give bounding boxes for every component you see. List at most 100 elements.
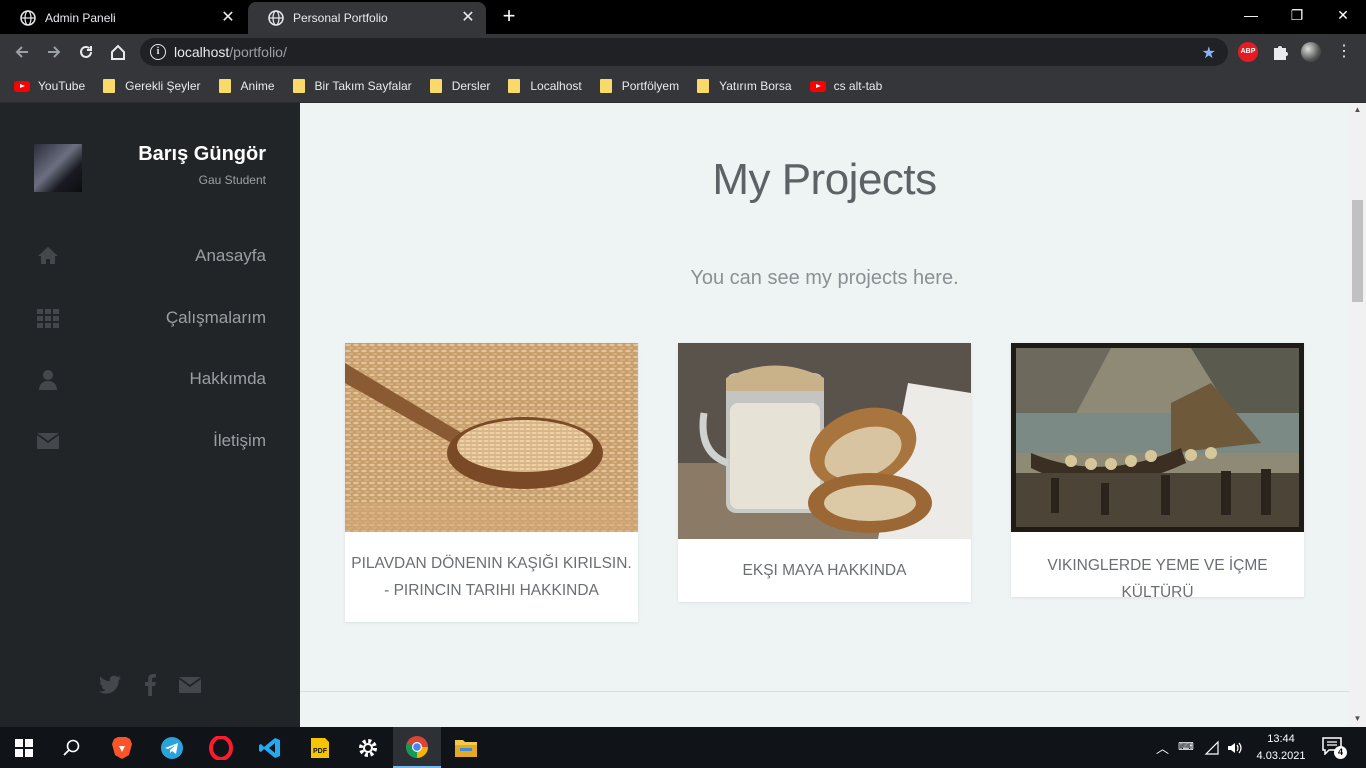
keyboard-ime-icon[interactable]: ⌨ bbox=[1178, 740, 1194, 753]
sourdough-bread-image bbox=[678, 343, 971, 539]
home-button[interactable] bbox=[106, 40, 130, 64]
envelope-icon bbox=[36, 433, 60, 449]
scrollbar-thumb[interactable] bbox=[1352, 200, 1363, 302]
url-text[interactable]: localhost/portfolio/ bbox=[174, 44, 287, 60]
sidebar-item-label: Hakkımda bbox=[189, 369, 266, 388]
forward-button[interactable] bbox=[42, 40, 66, 64]
browser-tab-strip: Admin Paneli ✕ Personal Portfolio ✕ + — … bbox=[0, 0, 1366, 34]
folder-icon bbox=[103, 79, 116, 93]
project-title[interactable]: VIKINGLERDE YEME VE İÇME KÜLTÜRÜ bbox=[1011, 552, 1304, 606]
bookmark-star-icon[interactable]: ★ bbox=[1202, 43, 1216, 63]
twitter-icon[interactable] bbox=[98, 673, 122, 697]
wifi-icon[interactable] bbox=[1204, 740, 1220, 756]
globe-icon bbox=[268, 10, 284, 26]
bookmark-folder[interactable]: Yatırım Borsa bbox=[697, 75, 792, 97]
reload-icon bbox=[80, 45, 92, 58]
search-icon bbox=[63, 739, 80, 756]
site-info-icon[interactable]: i bbox=[150, 44, 166, 60]
sidebar-item-hakkimda[interactable]: Hakkımda bbox=[0, 359, 300, 399]
tray-chevron-up-icon[interactable]: ︿ bbox=[1156, 738, 1169, 757]
taskbar-vscode[interactable] bbox=[246, 727, 294, 768]
taskbar-brave[interactable] bbox=[98, 727, 146, 768]
volume-icon[interactable] bbox=[1226, 740, 1242, 756]
scroll-up-arrow-icon[interactable]: ▲ bbox=[1349, 103, 1366, 117]
taskbar-file-explorer[interactable] bbox=[442, 727, 490, 768]
facebook-icon[interactable] bbox=[138, 673, 162, 697]
sidebar-item-anasayfa[interactable]: Anasayfa bbox=[0, 236, 300, 276]
youtube-icon bbox=[809, 80, 826, 92]
user-icon bbox=[39, 370, 57, 390]
bookmark-folder[interactable]: Dersler bbox=[429, 75, 490, 97]
project-card[interactable]: VIKINGLERDE YEME VE İÇME KÜLTÜRÜ bbox=[1011, 343, 1304, 601]
bookmark-item[interactable]: cs alt-tab bbox=[809, 75, 882, 97]
browser-menu-icon[interactable]: ⋮ bbox=[1334, 42, 1354, 62]
folder-icon bbox=[218, 79, 231, 93]
project-card[interactable]: EKŞI MAYA HAKKINDA bbox=[678, 343, 971, 602]
taskbar-opera[interactable] bbox=[197, 727, 245, 768]
reload-button[interactable] bbox=[74, 40, 98, 64]
windows-taskbar: PDF ︿ ⌨ 13:44 4.03.2021 4 bbox=[0, 727, 1366, 768]
page-subtitle: You can see my projects here. bbox=[690, 267, 959, 289]
section-divider bbox=[300, 691, 1349, 692]
start-button[interactable] bbox=[0, 727, 48, 768]
taskbar-telegram[interactable] bbox=[148, 727, 196, 768]
taskbar-settings[interactable] bbox=[344, 727, 392, 768]
bookmark-folder[interactable]: Gerekli Şeyler bbox=[103, 75, 201, 97]
profile-subtitle: Gau Student bbox=[198, 173, 266, 187]
rice-spoon-image bbox=[345, 343, 638, 532]
bookmarks-bar: YouTube Gerekli Şeyler Anime Bir Takım S… bbox=[0, 70, 1366, 103]
opera-icon bbox=[209, 735, 233, 760]
sidebar-item-iletisim[interactable]: İletişim bbox=[0, 421, 300, 461]
restore-button[interactable]: ❐ bbox=[1274, 4, 1320, 26]
page-scrollbar[interactable] bbox=[1349, 103, 1366, 727]
tab-personal-portfolio[interactable]: Personal Portfolio ✕ bbox=[248, 2, 486, 34]
search-button[interactable] bbox=[48, 727, 96, 768]
close-tab-icon[interactable]: ✕ bbox=[460, 10, 476, 26]
minimize-button[interactable]: — bbox=[1228, 4, 1274, 26]
brave-icon bbox=[112, 736, 132, 759]
project-card[interactable]: PILAVDAN DÖNENIN KAŞIĞI KIRILSIN. - PIRI… bbox=[345, 343, 638, 622]
profile-name: Barış Güngör bbox=[138, 143, 266, 165]
taskbar-pdf[interactable]: PDF bbox=[296, 727, 344, 768]
sidebar-item-label: İletişim bbox=[213, 431, 266, 450]
bookmark-folder[interactable]: Bir Takım Sayfalar bbox=[292, 75, 412, 97]
adblock-icon[interactable]: ABP bbox=[1238, 42, 1258, 62]
project-title[interactable]: PILAVDAN DÖNENIN KAŞIĞI KIRILSIN. - PIRI… bbox=[345, 550, 638, 604]
home-icon bbox=[38, 247, 58, 264]
close-window-button[interactable]: ✕ bbox=[1320, 4, 1366, 26]
address-bar[interactable]: i localhost/portfolio/ ★ bbox=[140, 38, 1228, 66]
folder-icon bbox=[697, 79, 710, 93]
bookmark-folder[interactable]: Anime bbox=[218, 75, 275, 97]
telegram-icon bbox=[161, 736, 183, 759]
windows-logo-icon bbox=[15, 738, 33, 757]
extensions-puzzle-icon[interactable] bbox=[1270, 42, 1290, 62]
browser-toolbar: i localhost/portfolio/ ★ ABP ⋮ bbox=[0, 34, 1366, 70]
vscode-icon bbox=[259, 737, 280, 758]
system-clock[interactable]: 13:44 4.03.2021 bbox=[1252, 731, 1310, 765]
scroll-down-arrow-icon[interactable]: ▼ bbox=[1349, 712, 1366, 726]
taskbar-chrome[interactable] bbox=[393, 727, 441, 768]
arrow-right-icon bbox=[48, 46, 61, 58]
new-tab-button[interactable]: + bbox=[498, 5, 520, 28]
sidebar-item-label: Çalışmalarım bbox=[165, 308, 266, 327]
folder-icon bbox=[429, 79, 442, 93]
project-title[interactable]: EKŞI MAYA HAKKINDA bbox=[678, 557, 971, 584]
page-title: My Projects bbox=[712, 155, 937, 204]
chrome-icon bbox=[406, 735, 428, 758]
arrow-left-icon bbox=[15, 46, 28, 58]
sidebar-item-calismalarim[interactable]: Çalışmalarım bbox=[0, 298, 300, 338]
clock-date: 4.03.2021 bbox=[1256, 750, 1306, 762]
bookmark-folder[interactable]: Localhost bbox=[508, 75, 582, 97]
bookmark-item[interactable]: YouTube bbox=[14, 75, 85, 97]
close-tab-icon[interactable]: ✕ bbox=[220, 10, 236, 26]
viking-painting-image bbox=[1011, 343, 1304, 532]
tab-title: Admin Paneli bbox=[45, 11, 116, 25]
tab-admin-paneli[interactable]: Admin Paneli ✕ bbox=[0, 2, 246, 34]
profile-avatar[interactable] bbox=[1301, 42, 1321, 62]
back-button[interactable] bbox=[10, 40, 34, 64]
notifications-button[interactable]: 4 bbox=[1322, 737, 1347, 759]
globe-icon bbox=[20, 10, 36, 26]
envelope-icon[interactable] bbox=[178, 673, 202, 697]
bookmark-folder[interactable]: Portfölyem bbox=[599, 75, 679, 97]
avatar bbox=[34, 144, 82, 192]
